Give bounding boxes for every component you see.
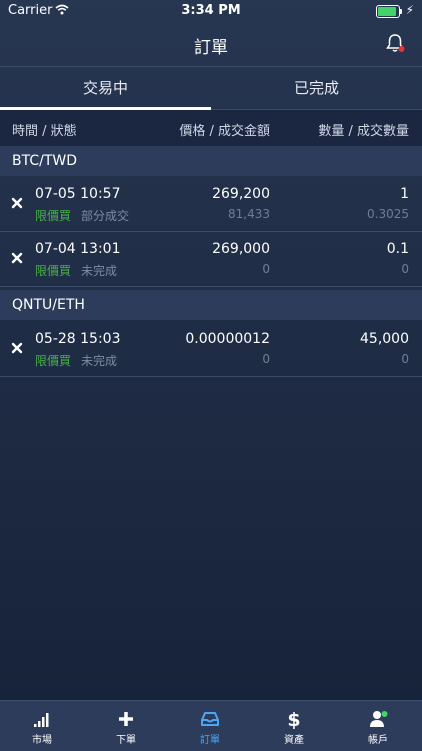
bell-icon[interactable] [384,32,406,54]
battery-icon [376,5,402,18]
order-tabs: 交易中 已完成 [0,67,422,110]
page-title: 訂單 [194,38,228,58]
tab-place-order[interactable]: 下單 [84,701,168,751]
order-row[interactable]: 05-28 15:03 限價買 未完成 0.00000012 0 45,000 … [0,322,422,377]
cancel-order-icon[interactable] [11,342,23,354]
tray-icon [201,712,219,726]
order-datetime: 05-28 15:03 [35,331,121,347]
tab-label: 資產 [284,735,304,746]
tab-label: 帳戶 [368,735,388,746]
order-price: 269,200 [212,186,270,202]
tab-orders[interactable]: 訂單 [168,701,252,751]
order-quantity: 0.1 [386,241,409,257]
order-datetime: 07-04 13:01 [35,241,121,257]
order-quantity: 45,000 [360,331,409,347]
cancel-order-icon[interactable] [11,252,23,264]
charging-icon: ⚡ [405,3,414,17]
order-quantity: 1 [400,186,409,202]
order-status: 未完成 [81,264,118,278]
order-price: 269,000 [212,241,270,257]
clock-label: 3:34 PM [181,3,241,18]
order-filled-amount: 81,433 [228,207,270,221]
order-status: 部分成交 [81,209,130,223]
order-type: 限價買 [35,354,72,368]
plus-icon [119,712,133,726]
user-icon [370,711,388,727]
order-type: 限價買 [35,264,72,278]
order-row[interactable]: 07-04 13:01 限價買 未完成 269,000 0 0.1 0 [0,232,422,287]
tab-account[interactable]: 帳戶 [336,701,420,751]
tab-assets[interactable]: $ 資產 [252,701,336,751]
pair-group-header: QNTU/ETH [0,290,422,320]
pair-label: BTC/TWD [12,153,78,169]
signal-bars-icon [34,713,49,727]
order-filled-amount: 0 [262,352,270,366]
tab-label: 訂單 [200,735,220,746]
tab-label: 下單 [116,735,136,746]
order-datetime: 07-05 10:57 [35,186,121,202]
bottom-tab-bar: 市場 下單 訂單 $ 資產 帳戶 [0,700,422,751]
tab-label: 市場 [32,735,52,746]
svg-text:$: $ [287,709,300,729]
column-quantity-filled: 數量 / 成交數量 [318,124,409,139]
status-bar: Carrier 3:34 PM ⚡ [0,0,422,22]
order-price: 0.00000012 [185,331,270,347]
tab-market[interactable]: 市場 [0,701,84,751]
order-row[interactable]: 07-05 10:57 限價買 部分成交 269,200 81,433 1 0.… [0,177,422,232]
dollar-icon: $ [287,709,300,729]
column-price-amount: 價格 / 成交金額 [179,124,270,139]
column-header: 時間 / 狀態 價格 / 成交金額 數量 / 成交數量 [0,110,422,146]
order-filled-quantity: 0 [401,352,409,366]
order-filled-quantity: 0.3025 [367,207,409,221]
order-type: 限價買 [35,209,72,223]
column-time-status: 時間 / 狀態 [12,124,77,139]
pair-label: QNTU/ETH [12,297,85,313]
cancel-order-icon[interactable] [11,197,23,209]
order-filled-quantity: 0 [401,262,409,276]
nav-bar: 訂單 [0,22,422,67]
order-status: 未完成 [81,354,118,368]
tab-in-progress[interactable]: 交易中 [0,67,211,109]
pair-group-header: BTC/TWD [0,146,422,176]
order-filled-amount: 0 [262,262,270,276]
tab-completed[interactable]: 已完成 [211,67,422,109]
